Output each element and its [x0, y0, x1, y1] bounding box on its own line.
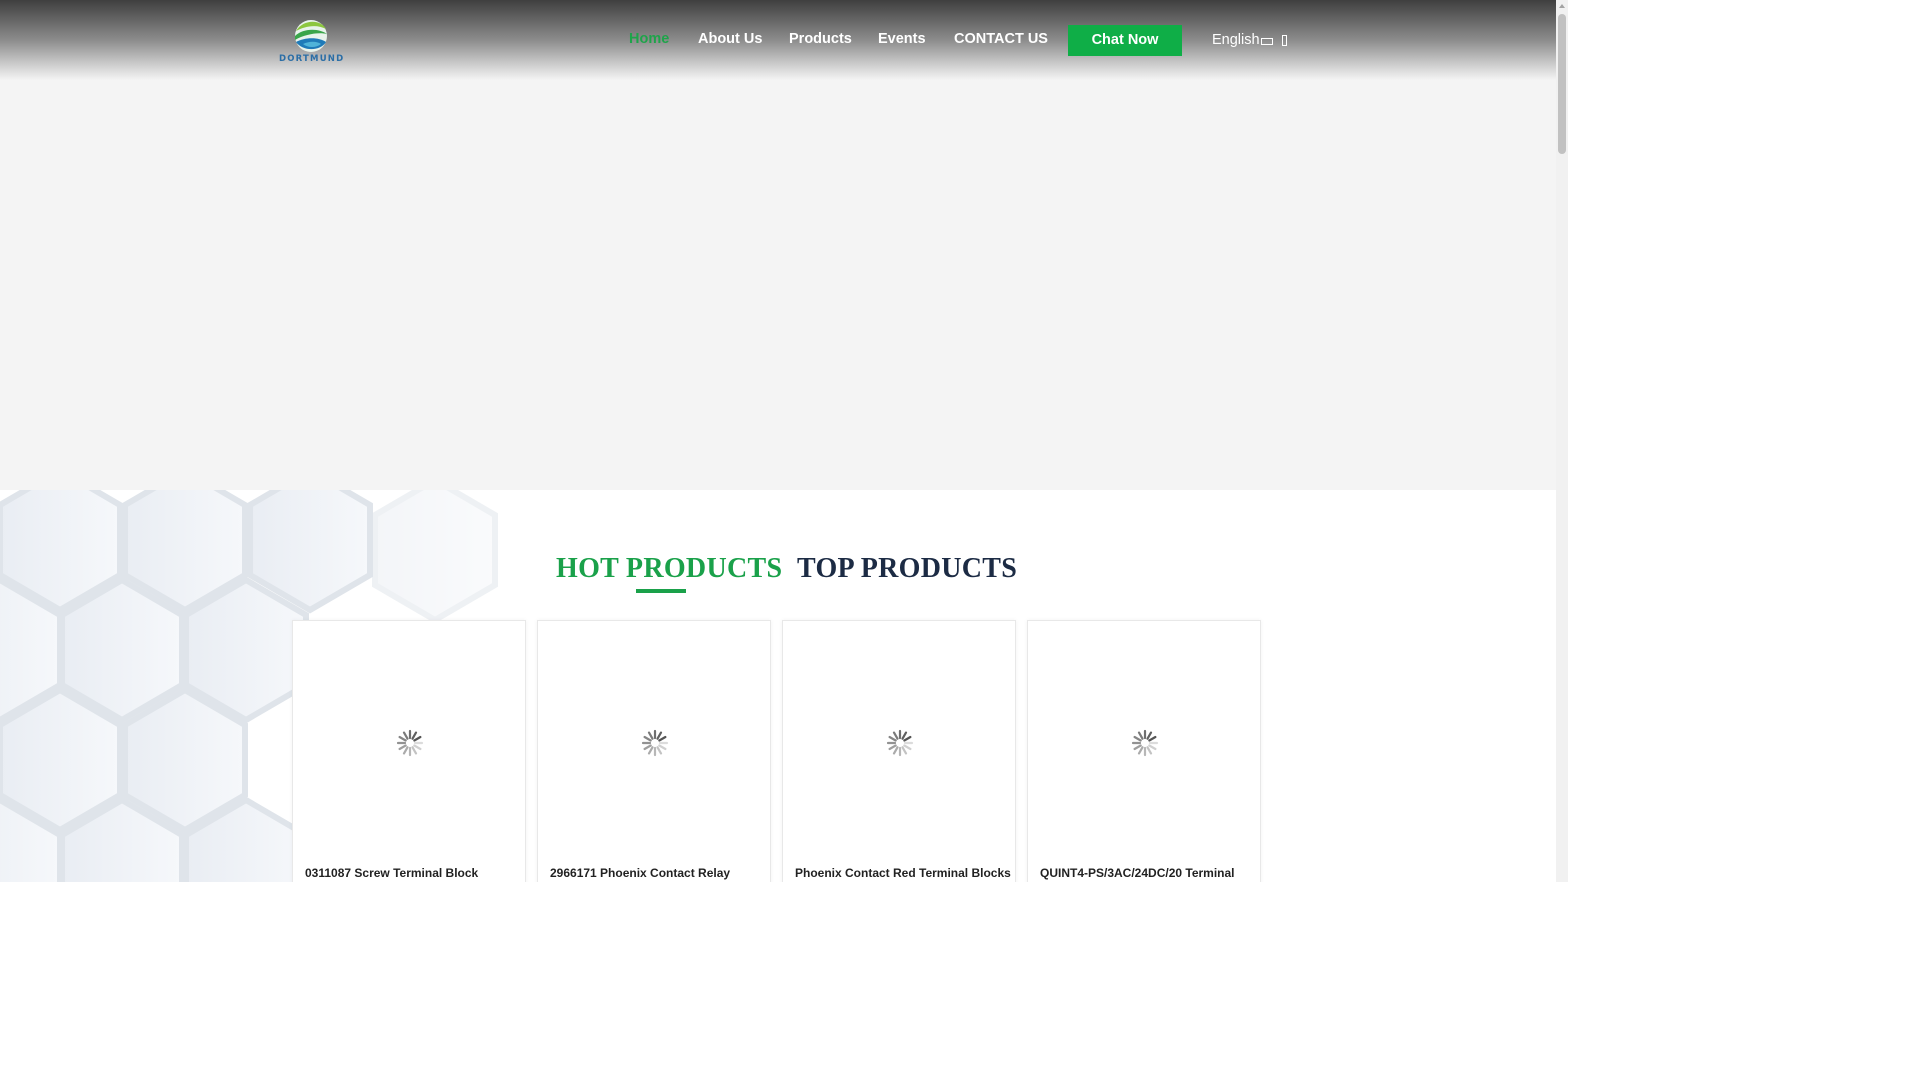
chat-now-button[interactable]: Chat Now	[1068, 25, 1182, 56]
spinner-spoke	[402, 731, 409, 740]
hero-banner	[0, 80, 1556, 490]
spinner-spoke	[411, 746, 418, 755]
spinner-spoke	[413, 735, 422, 742]
spinner-spoke	[901, 731, 908, 740]
spinner-spoke	[892, 731, 899, 740]
active-tab-indicator	[636, 589, 686, 593]
nav-about-us[interactable]: About Us	[698, 31, 762, 47]
spinner-spoke	[1146, 746, 1153, 755]
logo-icon	[295, 20, 327, 52]
spinner-spoke	[398, 744, 407, 751]
products-section: HOT PRODUCTS TOP PRODUCTS 0311087 Screw …	[0, 490, 1556, 882]
nav-home[interactable]: Home	[629, 31, 669, 47]
spinner-spoke	[656, 746, 663, 755]
product-card[interactable]: QUINT4-PS/3AC/24DC/20 Terminal	[1027, 620, 1261, 882]
flag-icon	[1260, 37, 1273, 45]
scroll-up-icon[interactable]	[1559, 4, 1565, 8]
spinner-spoke	[1137, 731, 1144, 740]
product-card[interactable]: 0311087 Screw Terminal Block	[292, 620, 526, 882]
nav-products[interactable]: Products	[789, 31, 852, 47]
spinner-spoke	[892, 746, 899, 755]
language-selector[interactable]: English	[1212, 32, 1287, 48]
spinner-spoke	[647, 731, 654, 740]
spinner-spoke	[888, 744, 897, 751]
product-card[interactable]: 2966171 Phoenix Contact Relay	[537, 620, 771, 882]
page-scrollbar[interactable]	[1556, 0, 1568, 882]
site-header: DORTMUND Home About Us Products Events C…	[0, 0, 1556, 80]
tab-hot-products[interactable]: HOT PRODUCTS	[556, 553, 782, 585]
loading-spinner-icon	[396, 729, 424, 757]
spinner-spoke	[1146, 731, 1153, 740]
spinner-spoke	[888, 735, 897, 742]
spinner-spoke	[901, 746, 908, 755]
spinner-spoke	[903, 735, 912, 742]
logo-wordmark: DORTMUND	[279, 54, 345, 64]
spinner-spoke	[658, 735, 667, 742]
dortmund-logo[interactable]: DORTMUND	[279, 15, 343, 67]
spinner-spoke	[643, 735, 652, 742]
spinner-spoke	[411, 731, 418, 740]
nav-events[interactable]: Events	[878, 31, 926, 47]
scrollbar-thumb[interactable]	[1558, 14, 1566, 154]
spinner-spoke	[903, 744, 912, 751]
loading-spinner-icon	[1131, 729, 1159, 757]
spinner-spoke	[656, 731, 663, 740]
product-title[interactable]: 0311087 Screw Terminal Block	[305, 866, 478, 880]
spinner-spoke	[658, 744, 667, 751]
spinner-spoke	[1137, 746, 1144, 755]
spinner-spoke	[1148, 735, 1157, 742]
product-title[interactable]: 2966171 Phoenix Contact Relay	[550, 866, 730, 880]
spinner-spoke	[1133, 735, 1142, 742]
spinner-spoke	[643, 744, 652, 751]
product-title[interactable]: Phoenix Contact Red Terminal Blocks	[795, 866, 1011, 880]
language-label: English	[1212, 32, 1260, 48]
spinner-spoke	[402, 746, 409, 755]
nav-contact-us[interactable]: CONTACT US	[954, 31, 1048, 47]
loading-spinner-icon	[886, 729, 914, 757]
spinner-spoke	[413, 744, 422, 751]
loading-spinner-icon	[641, 729, 669, 757]
spinner-spoke	[398, 735, 407, 742]
product-card[interactable]: Phoenix Contact Red Terminal Blocks	[782, 620, 1016, 882]
spinner-spoke	[647, 746, 654, 755]
spinner-spoke	[1148, 744, 1157, 751]
dropdown-icon	[1281, 34, 1287, 46]
tab-top-products[interactable]: TOP PRODUCTS	[797, 553, 1017, 585]
spinner-spoke	[1133, 744, 1142, 751]
product-title[interactable]: QUINT4-PS/3AC/24DC/20 Terminal	[1040, 866, 1235, 880]
